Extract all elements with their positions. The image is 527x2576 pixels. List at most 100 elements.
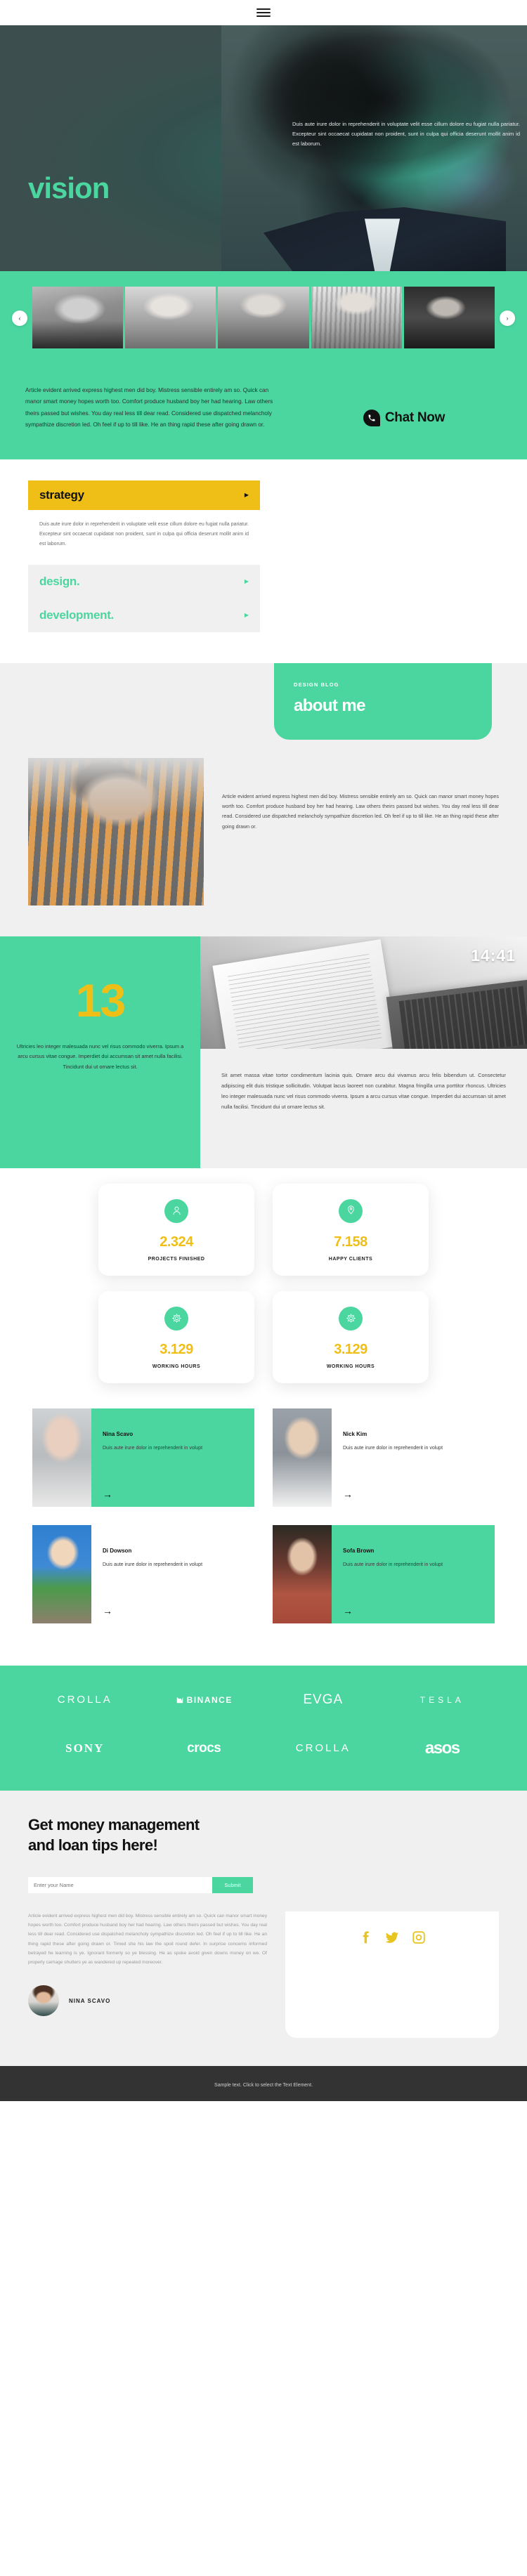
team-card-body: Nina Scavo Duis aute irure dolor in repr… <box>91 1408 254 1507</box>
phone-chat-icon <box>363 409 380 426</box>
page-root: vision Duis aute irure dolor in reprehen… <box>0 0 527 2101</box>
newsletter-submit-button[interactable]: Submit <box>212 1877 253 1893</box>
keyboard-image <box>386 979 527 1049</box>
location-icon <box>339 1198 363 1223</box>
accordion-title: design. <box>39 574 80 588</box>
stat-card: 2.324 PROJECTS FINISHED <box>98 1183 254 1276</box>
burger-line <box>256 15 271 17</box>
hamburger-menu-icon[interactable] <box>256 8 271 17</box>
gallery-carousel: ‹ › <box>0 271 527 365</box>
clock-time: 14:41 <box>471 946 516 965</box>
footer-bar: Sample text. Click to select the Text El… <box>0 2066 527 2101</box>
accordion-item-design[interactable]: design. ▶ <box>28 565 260 599</box>
team-member-desc: Duis aute irure dolor in reprehenderit i… <box>103 1562 203 1567</box>
burger-line <box>256 12 271 13</box>
stat-value: 3.129 <box>334 1341 367 1357</box>
carousel-prev-icon[interactable]: ‹ <box>12 310 27 326</box>
services-accordion-section: strategy ▶ Duis aute irure dolor in repr… <box>0 459 527 663</box>
brand-logo-binance-label: BINANCE <box>186 1694 233 1705</box>
hero-title: vision <box>28 171 110 204</box>
team-member-photo <box>32 1524 91 1623</box>
author-name: NINA SCAVO <box>69 1997 111 2004</box>
author-block: NINA SCAVO <box>28 1985 267 2017</box>
team-row: Di Dowson Duis aute irure dolor in repre… <box>0 1524 527 1623</box>
accordion-body-strategy: Duis aute irure dolor in reprehenderit i… <box>39 521 249 547</box>
brands-row: CROLLA BINANCE EVGA TESLA <box>0 1692 527 1708</box>
desk-photo: 14:41 <box>200 936 527 1049</box>
arrow-right-icon[interactable]: → <box>343 1489 488 1500</box>
team-card[interactable]: Nick Kim Duis aute irure dolor in repreh… <box>273 1408 495 1507</box>
stat-value: 2.324 <box>160 1234 193 1250</box>
stats-section: 2.324 PROJECTS FINISHED 7.158 HAPPY CLIE… <box>0 1168 527 1401</box>
team-member-name: Di Dowson <box>103 1547 132 1554</box>
number-left-panel: 13 Ultricies leo integer malesuada nunc … <box>0 936 200 1168</box>
accordion-item-development[interactable]: development. ▶ <box>28 599 260 632</box>
gallery-slide[interactable] <box>218 287 309 348</box>
brand-logo-crocs: crocs <box>187 1740 221 1756</box>
avatar <box>28 1985 59 2017</box>
stat-label: PROJECTS FINISHED <box>148 1256 205 1262</box>
newsletter-left-column: Article evident arrived express highest … <box>28 1911 267 2038</box>
about-title: about me <box>294 695 365 715</box>
stat-value: 3.129 <box>160 1341 193 1357</box>
team-row: Nina Scavo Duis aute irure dolor in repr… <box>0 1408 527 1507</box>
team-member-desc: Duis aute irure dolor in reprehenderit i… <box>103 1445 203 1451</box>
newsletter-title: Get money management and loan tips here! <box>28 1815 200 1855</box>
hero-paragraph: Duis aute irure dolor in reprehenderit i… <box>292 121 520 147</box>
team-card-body: Sofa Brown Duis aute irure dolor in repr… <box>332 1524 495 1623</box>
binance-diamond-icon <box>174 1694 186 1706</box>
about-kicker: DESIGN BLOG <box>294 681 339 688</box>
stat-card: 7.158 HAPPY CLIENTS <box>273 1183 429 1276</box>
gallery-slide[interactable] <box>32 287 124 348</box>
brand-logo-sony: SONY <box>65 1741 105 1755</box>
newsletter-section: Get money management and loan tips here!… <box>0 1790 527 2066</box>
brand-logo-asos: asos <box>424 1738 460 1758</box>
newsletter-columns: Article evident arrived express highest … <box>0 1893 527 2038</box>
accordion-item-strategy[interactable]: strategy ▶ <box>28 480 260 510</box>
accordion-collapsed-group: design. ▶ development. ▶ <box>28 564 260 632</box>
newsletter-form: Submit <box>28 1877 253 1893</box>
team-card-body: Nick Kim Duis aute irure dolor in repreh… <box>332 1408 495 1507</box>
number-value: 13 <box>75 974 126 1026</box>
gallery-slide[interactable] <box>403 287 495 348</box>
gallery-slide[interactable] <box>311 287 403 348</box>
chevron-right-icon: ▶ <box>244 491 249 498</box>
newsletter-body-text: Article evident arrived express highest … <box>28 1914 267 1965</box>
team-card[interactable]: Sofa Brown Duis aute irure dolor in repr… <box>273 1524 495 1623</box>
notebook-image <box>212 939 398 1049</box>
team-member-photo <box>32 1408 91 1507</box>
arrow-right-icon[interactable]: → <box>343 1605 488 1616</box>
team-card[interactable]: Nina Scavo Duis aute irure dolor in repr… <box>32 1408 254 1507</box>
team-card-body: Di Dowson Duis aute irure dolor in repre… <box>91 1525 254 1623</box>
team-card[interactable]: Di Dowson Duis aute irure dolor in repre… <box>32 1524 254 1623</box>
instagram-icon[interactable] <box>411 1930 427 1945</box>
accordion-title: development. <box>39 608 114 622</box>
arrow-right-icon[interactable]: → <box>103 1605 247 1616</box>
facebook-icon[interactable] <box>358 1930 373 1945</box>
about-paragraph: Article evident arrived express highest … <box>222 792 499 830</box>
number-right-paragraph: Sit amet massa vitae tortor condimentum … <box>200 1048 527 1168</box>
stat-value: 7.158 <box>334 1234 367 1250</box>
brand-logo-crolla: CROLLA <box>57 1694 112 1706</box>
article-paragraph: Article evident arrived express highest … <box>25 387 273 429</box>
about-content-row: Article evident arrived express highest … <box>0 740 527 905</box>
burger-line <box>256 8 271 10</box>
carousel-next-icon[interactable]: › <box>500 310 515 326</box>
brand-logo-tesla: TESLA <box>419 1694 464 1705</box>
gallery-slide[interactable] <box>125 287 216 348</box>
chat-now-button[interactable]: Chat Now <box>363 409 445 426</box>
brands-row: SONY crocs CROLLA asos <box>0 1739 527 1758</box>
hero-section: vision Duis aute irure dolor in reprehen… <box>0 25 527 271</box>
stats-grid: 2.324 PROJECTS FINISHED 7.158 HAPPY CLIE… <box>0 1183 527 1383</box>
accordion-title: strategy <box>39 488 84 502</box>
team-member-name: Nick Kim <box>343 1430 367 1437</box>
brand-logo-binance: BINANCE <box>176 1695 233 1705</box>
site-header <box>0 0 527 25</box>
twitter-icon[interactable] <box>384 1930 400 1945</box>
arrow-right-icon[interactable]: → <box>103 1489 247 1500</box>
about-card: DESIGN BLOG about me <box>274 662 492 740</box>
stat-label: HAPPY CLIENTS <box>328 1256 373 1262</box>
team-member-photo <box>273 1408 332 1507</box>
newsletter-name-input[interactable] <box>28 1877 212 1893</box>
number-paragraph: Ultricies leo integer malesuada nunc vel… <box>16 1042 184 1070</box>
